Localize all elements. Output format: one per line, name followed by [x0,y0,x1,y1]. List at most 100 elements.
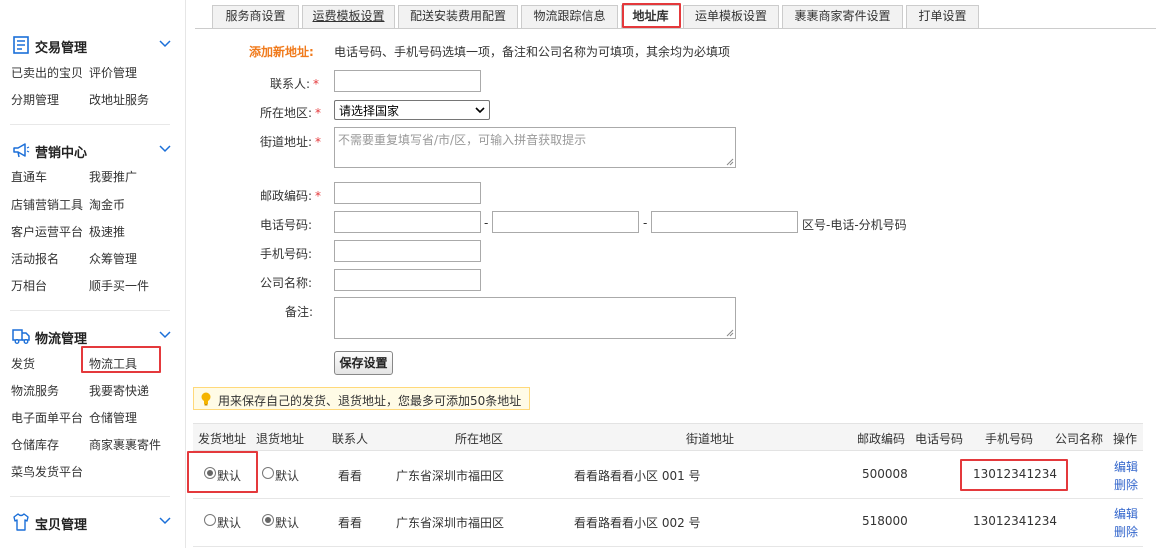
sidebar-item-promote[interactable]: 我要推广 [89,168,137,185]
truck-icon [12,329,30,344]
tab-label: 打单设置 [918,9,967,23]
sidebar-section-logistics: 物流管理 [0,324,186,348]
lightbulb-icon [201,392,211,406]
address-table-header: 发货地址 退货地址 联系人 所在地区 街道地址 邮政编码 电话号码 手机号码 公… [193,423,1143,451]
tab-print-settings[interactable]: 打单设置 [906,5,979,28]
sidebar-section-title: 交易管理 [35,41,88,56]
contact-input[interactable] [334,70,481,92]
mobile-cell: 13012341234 [973,467,1057,481]
sidebar-item-warehouse[interactable]: 仓储管理 [89,409,137,426]
chevron-down-icon[interactable] [158,516,172,526]
delete-link[interactable]: 删除 [1114,523,1138,540]
megaphone-icon [13,143,30,158]
chevron-down-icon[interactable] [158,330,172,340]
return-default-label: 默认 [275,469,300,483]
street-placeholder: 不需要重复填写省/市/区，可输入拼音获取提示 [338,133,587,147]
tab-label: 运费模板设置 [312,9,385,23]
tab-label: 运单模板设置 [694,9,767,23]
tab-logistics-tracking[interactable]: 物流跟踪信息 [521,5,618,28]
sidebar-item-ship[interactable]: 发货 [11,355,35,372]
save-settings-button[interactable]: 保存设置 [334,351,393,375]
phone-area-input[interactable] [334,211,481,233]
mobile-label: 手机号码: [260,247,313,261]
region-label: 所在地区: * [260,104,321,121]
ship-default-radio[interactable] [204,467,216,479]
company-label: 公司名称: [260,276,313,290]
company-input[interactable] [334,269,481,291]
edit-link[interactable]: 编辑 [1114,458,1138,475]
sidebar-section-title: 宝贝管理 [35,518,88,533]
sidebar-item-logistics-tools[interactable]: 物流工具 [89,355,137,372]
edit-link[interactable]: 编辑 [1114,505,1138,522]
ship-default-radio[interactable] [204,514,216,526]
sidebar-item-reviews[interactable]: 评价管理 [89,64,137,81]
col-header: 街道地址 [686,432,735,446]
table-row: 默认 默认 看看 广东省深圳市福田区 看看路看看小区 002 号 518000 … [193,499,1143,547]
remark-label: 备注: [285,305,314,319]
col-header: 邮政编码 [857,432,906,446]
return-default-radio[interactable] [262,467,274,479]
resize-grip-icon[interactable] [726,329,734,337]
sidebar-section-marketing: 营销中心 [0,138,186,162]
sidebar-section-header[interactable]: 物流管理 [0,324,186,348]
sidebar-item-crowdfunding[interactable]: 众筹管理 [89,250,137,267]
sidebar-item-activity[interactable]: 活动报名 [11,250,59,267]
phone-ext-input[interactable] [651,211,798,233]
tab-label: 裹裹商家寄件设置 [794,9,891,23]
sidebar-item-buy-one-more[interactable]: 顺手买一件 [89,277,149,294]
ship-default-label: 默认 [217,469,242,483]
contact-cell: 看看 [338,516,363,530]
sidebar-section-header[interactable]: 交易管理 [0,33,186,57]
sidebar-item-inventory[interactable]: 仓储库存 [11,436,59,453]
chevron-down-icon[interactable] [158,39,172,49]
region-cell: 广东省深圳市福田区 [396,516,505,530]
label-text: 街道地址: [260,135,313,149]
tab-service-provider[interactable]: 服务商设置 [212,5,299,28]
return-default-label: 默认 [275,516,300,530]
tab-label: 物流跟踪信息 [533,9,606,23]
tab-guoguo-settings[interactable]: 裹裹商家寄件设置 [782,5,903,28]
mobile-input[interactable] [334,240,481,262]
street-textarea[interactable]: 不需要重复填写省/市/区，可输入拼音获取提示 [334,127,736,168]
return-default-radio[interactable] [262,514,274,526]
sidebar-item-installments[interactable]: 分期管理 [11,91,59,108]
region-select[interactable]: 请选择国家 [334,100,490,120]
sidebar-item-fast-push[interactable]: 极速推 [89,223,125,240]
remark-textarea[interactable] [334,297,736,339]
sidebar-item-sold-items[interactable]: 已卖出的宝贝 [11,64,83,81]
mobile-cell: 13012341234 [973,514,1057,528]
tab-waybill-template[interactable]: 运单模板设置 [683,5,779,28]
col-header: 操作 [1113,432,1138,446]
tab-label: 配送安装费用配置 [409,9,506,23]
tip-text: 用来保存自己的发货、退货地址，您最多可添加50条地址 [218,394,522,408]
sidebar-item-send-express[interactable]: 我要寄快递 [89,382,149,399]
postcode-input[interactable] [334,182,481,204]
chevron-down-icon[interactable] [158,144,172,154]
sidebar-section-title: 营销中心 [35,146,88,161]
sidebar-section-header[interactable]: 宝贝管理 [0,510,186,534]
sidebar: 交易管理 已卖出的宝贝 评价管理 分期管理 改地址服务 营销中心 直通车 我要推… [0,0,186,548]
sidebar-item-taojinbi[interactable]: 淘金币 [89,196,125,213]
sidebar-item-logistics-service[interactable]: 物流服务 [11,382,59,399]
sidebar-item-store-marketing[interactable]: 店铺营销工具 [11,196,83,213]
sidebar-item-guoguo[interactable]: 商家裹裹寄件 [89,436,161,453]
tab-address-book[interactable]: 地址库 [621,5,680,29]
sidebar-item-customer-ops[interactable]: 客户运营平台 [11,223,83,240]
add-address-label: 添加新地址: [249,45,314,59]
tab-label: 地址库 [632,9,669,23]
divider [10,310,170,311]
tab-freight-template[interactable]: 运费模板设置 [302,5,395,28]
tab-install-fee[interactable]: 配送安装费用配置 [398,5,518,28]
delete-link[interactable]: 删除 [1114,476,1138,493]
phone-format-hint: 区号-电话-分机号码 [802,218,907,232]
sidebar-item-address-change[interactable]: 改地址服务 [89,91,149,108]
resize-grip-icon[interactable] [726,158,734,166]
sidebar-item-cainiao[interactable]: 菜鸟发货平台 [11,463,83,480]
info-tip: 用来保存自己的发货、退货地址，您最多可添加50条地址 [193,387,530,410]
sidebar-item-e-waybill[interactable]: 电子面单平台 [11,409,83,426]
phone-number-input[interactable] [492,211,639,233]
divider [195,28,1156,29]
sidebar-item-wanxiangtai[interactable]: 万相台 [11,277,47,294]
sidebar-section-header[interactable]: 营销中心 [0,138,186,162]
sidebar-item-ztc[interactable]: 直通车 [11,168,47,185]
